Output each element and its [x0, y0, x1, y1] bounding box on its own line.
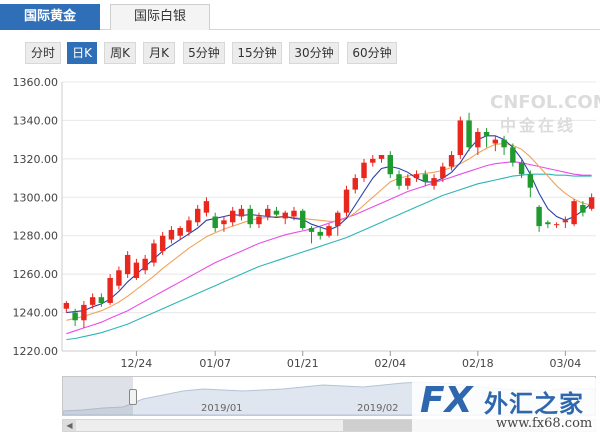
- tab-silver[interactable]: 国际白银: [110, 4, 210, 30]
- candle-body: [580, 204, 586, 213]
- candle-body: [492, 139, 499, 144]
- candle-body: [326, 226, 332, 236]
- candle-body: [448, 155, 455, 167]
- candle-body: [133, 262, 140, 278]
- candle-body: [229, 210, 236, 223]
- candle-body: [483, 131, 490, 136]
- candle-body: [562, 220, 569, 223]
- candle-body: [588, 197, 595, 209]
- period-daily-button[interactable]: 日K: [67, 42, 97, 64]
- candle-body: [370, 158, 376, 163]
- candle-body: [571, 201, 577, 225]
- watermark-cnfol-cn: 中金在线: [500, 116, 577, 135]
- candle-body: [159, 235, 166, 252]
- logo-fx-text: FX: [420, 380, 473, 421]
- watermark-cnfol: CNFOL.COM: [490, 92, 600, 113]
- y-tick-label: 1240.00: [13, 307, 59, 320]
- candle-body: [501, 139, 507, 148]
- candle-body: [98, 297, 105, 303]
- candle-body: [81, 304, 87, 321]
- candle-body: [431, 178, 437, 186]
- candle-body: [107, 277, 113, 303]
- period-5min-button[interactable]: 5分钟: [183, 42, 225, 64]
- candle-body: [221, 220, 227, 225]
- candle-body: [151, 243, 157, 263]
- y-tick-label: 1360.00: [13, 76, 59, 89]
- x-tick-label: 01/07: [199, 357, 231, 370]
- candle-body: [63, 302, 70, 309]
- candle-body: [387, 155, 393, 175]
- scroll-left-arrow-icon[interactable]: ◀: [63, 420, 76, 431]
- candle-body: [124, 254, 131, 275]
- navigator-label-jan: 2019/01: [201, 403, 243, 414]
- candle-body: [72, 312, 78, 321]
- ma-line-ma20: [66, 161, 592, 335]
- candle-body: [553, 224, 560, 226]
- instrument-tabs: 国际黄金 国际白银: [0, 0, 600, 30]
- candle-body: [168, 229, 175, 240]
- candle-body: [291, 210, 297, 217]
- candle-body: [466, 120, 472, 148]
- candle-body: [457, 120, 464, 156]
- navigator-label-feb: 2019/02: [357, 403, 399, 414]
- y-tick-label: 1300.00: [13, 191, 59, 204]
- x-tick-label: 02/04: [374, 357, 406, 370]
- candle-body: [396, 174, 402, 186]
- candle-body: [422, 174, 429, 182]
- period-monthly-button[interactable]: 月K: [143, 42, 175, 64]
- candle-body: [475, 131, 481, 148]
- candle-body: [527, 174, 534, 188]
- candle-body: [186, 220, 192, 232]
- period-intraday-button[interactable]: 分时: [25, 42, 61, 64]
- tab-gold[interactable]: 国际黄金: [0, 4, 100, 30]
- candle-body: [510, 147, 516, 163]
- candle-body: [413, 174, 420, 179]
- navigator-shade: [63, 377, 133, 415]
- y-tick-label: 1340.00: [13, 114, 59, 127]
- candle-body: [282, 212, 288, 219]
- y-tick-label: 1320.00: [13, 153, 59, 166]
- logo-url-text: www.fx68.com: [496, 416, 593, 431]
- candle-body: [300, 210, 306, 229]
- candle-body: [317, 231, 323, 236]
- candle-body: [352, 178, 358, 190]
- candle-body: [518, 162, 525, 175]
- period-30min-button[interactable]: 30分钟: [289, 42, 339, 64]
- candle-body: [440, 166, 446, 179]
- x-tick-label: 01/21: [287, 357, 319, 370]
- candle-body: [335, 212, 341, 227]
- candle-body: [536, 206, 542, 227]
- candle-body: [343, 189, 350, 213]
- fx68-logo: FX 外汇之家 www.fx68.com: [412, 378, 600, 436]
- candle-body: [545, 222, 551, 225]
- candle-body: [378, 155, 385, 159]
- y-tick-label: 1280.00: [13, 230, 59, 243]
- candle-body: [89, 297, 96, 305]
- period-15min-button[interactable]: 15分钟: [232, 42, 282, 64]
- candle-body: [256, 216, 262, 225]
- period-weekly-button[interactable]: 周K: [104, 42, 136, 64]
- candle-body: [212, 216, 218, 229]
- navigator-handle[interactable]: [129, 389, 137, 405]
- candle-body: [265, 208, 271, 217]
- candle-body: [361, 162, 367, 179]
- x-tick-label: 02/18: [462, 357, 494, 370]
- candle-body: [238, 208, 245, 217]
- candle-body: [194, 208, 201, 223]
- candle-body: [177, 228, 183, 236]
- logo-cn-text: 外汇之家: [484, 390, 584, 418]
- y-tick-label: 1220.00: [13, 345, 59, 358]
- candle-body: [308, 228, 315, 232]
- candle-body: [116, 270, 122, 286]
- candle-body: [142, 258, 148, 271]
- candle-body: [273, 210, 280, 215]
- candle-body: [203, 201, 210, 213]
- x-tick-label: 03/04: [550, 357, 582, 370]
- x-tick-label: 12/24: [121, 357, 153, 370]
- period-60min-button[interactable]: 60分钟: [347, 42, 397, 64]
- candle-body: [247, 208, 253, 225]
- y-tick-label: 1260.00: [13, 268, 59, 281]
- candle-body: [405, 178, 411, 186]
